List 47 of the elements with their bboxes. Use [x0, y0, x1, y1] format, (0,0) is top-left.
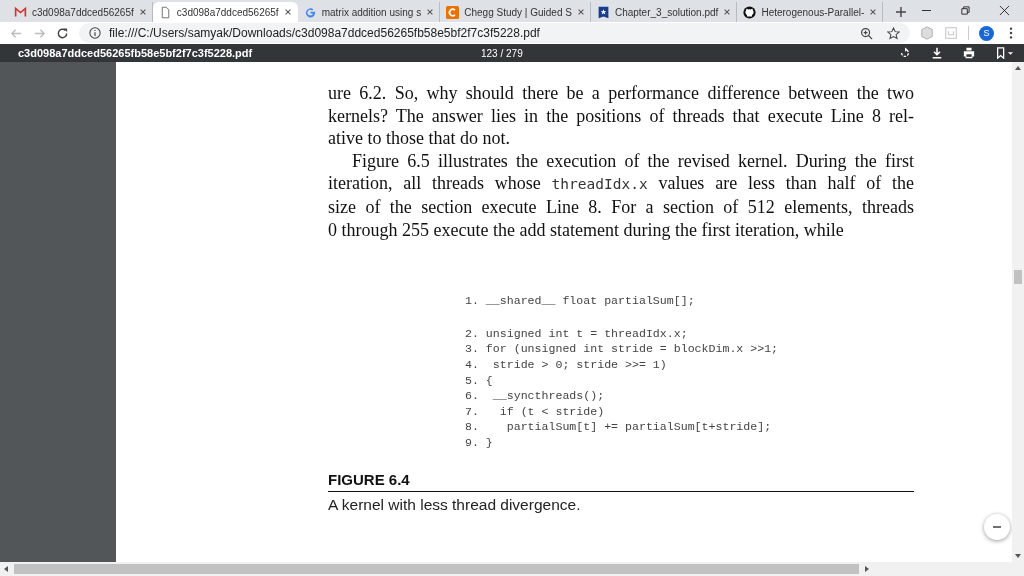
vertical-scrollbar[interactable] [1012, 62, 1024, 562]
star-book-icon [596, 5, 610, 19]
download-icon[interactable] [931, 47, 943, 59]
tab-title: c3d098a7ddced56265f [176, 6, 279, 18]
close-icon[interactable] [999, 5, 1010, 16]
plus-icon[interactable] [895, 6, 908, 18]
info-icon [89, 27, 101, 39]
tab-title: Heterogenous-Parallel- [761, 6, 865, 18]
profile-avatar[interactable]: S [979, 25, 994, 41]
code-listing: 1. __shared__ float partialSum[]; 2. unsigned int t = threadIdx.x; 3. for (unsigned int stride = blockDim.x >>1; 4. stride > 0; stride >>= 1) 5. { 6. __syncthreads(); 7. if (t < stride) 8. partialSum[t] += partialSum[t+stride]; 9. } [465, 293, 780, 451]
tab-title: matrix addition using s [321, 6, 422, 18]
down-arrow-icon[interactable] [1014, 552, 1022, 560]
close-icon[interactable] [426, 8, 435, 16]
page-indicator: 123 / 279 [481, 47, 523, 59]
bookmark-icon[interactable] [995, 47, 1014, 59]
star-icon[interactable] [887, 26, 900, 40]
close-icon[interactable] [283, 8, 292, 16]
address-field[interactable]: file:///C:/Users/samyak/Downloads/c3d098a7ddced56265fb58e5bf2f7c3f5228.pdf [79, 23, 910, 43]
scrollbar-thumb[interactable] [1014, 270, 1022, 284]
restore-icon[interactable] [960, 5, 972, 16]
c-letter-icon [446, 5, 460, 19]
body-paragraph: Figure 6.5 illustrates the execution of the revised kernel. During the first iteration, all threads whose threadIdx.x values are less than half of the size of the section execute Line 8. For a section of 512 elements, threads 0 through 255 execute the add statement during the first iteration, while [328, 149, 914, 242]
scrollbar-thumb[interactable] [14, 564, 859, 574]
close-icon[interactable] [869, 8, 878, 16]
close-icon[interactable] [138, 8, 147, 16]
close-icon[interactable] [576, 8, 585, 16]
reload-icon[interactable] [56, 26, 69, 40]
right-arrow-icon[interactable] [863, 565, 871, 573]
body-paragraph: ure 6.2. So, why should there be a performance difference between the two kernels? The answer lies in the positions of threads that execute Line 8 rel- ative to those that do not. [328, 82, 914, 150]
g-letter-icon [303, 5, 317, 19]
tab-title: Chegg Study | Guided S [464, 6, 572, 18]
cat-icon [743, 5, 757, 19]
file-name: c3d098a7ddced56265fb58e5bf2f7c3f5228.pdf [18, 47, 253, 59]
print-icon[interactable] [963, 47, 975, 59]
tab-title: c3d098a7ddced56265f [32, 6, 134, 18]
rotate-icon[interactable] [899, 47, 911, 59]
tab-title: Chapter_3_solution.pdf [614, 6, 719, 18]
horizontal-scrollbar[interactable] [0, 562, 1024, 576]
close-icon[interactable] [723, 8, 732, 16]
zoom-out-button[interactable] [984, 514, 1010, 540]
left-arrow-icon[interactable] [2, 565, 10, 573]
browser-tab[interactable]: c3d098a7ddced56265f [152, 2, 298, 22]
mail-icon [14, 5, 27, 19]
zoom-icon[interactable] [860, 26, 873, 40]
figure-label: FIGURE 6.4 [328, 470, 914, 492]
up-arrow-icon[interactable] [1014, 64, 1022, 72]
figure-caption: A kernel with less thread divergence. [328, 494, 582, 514]
